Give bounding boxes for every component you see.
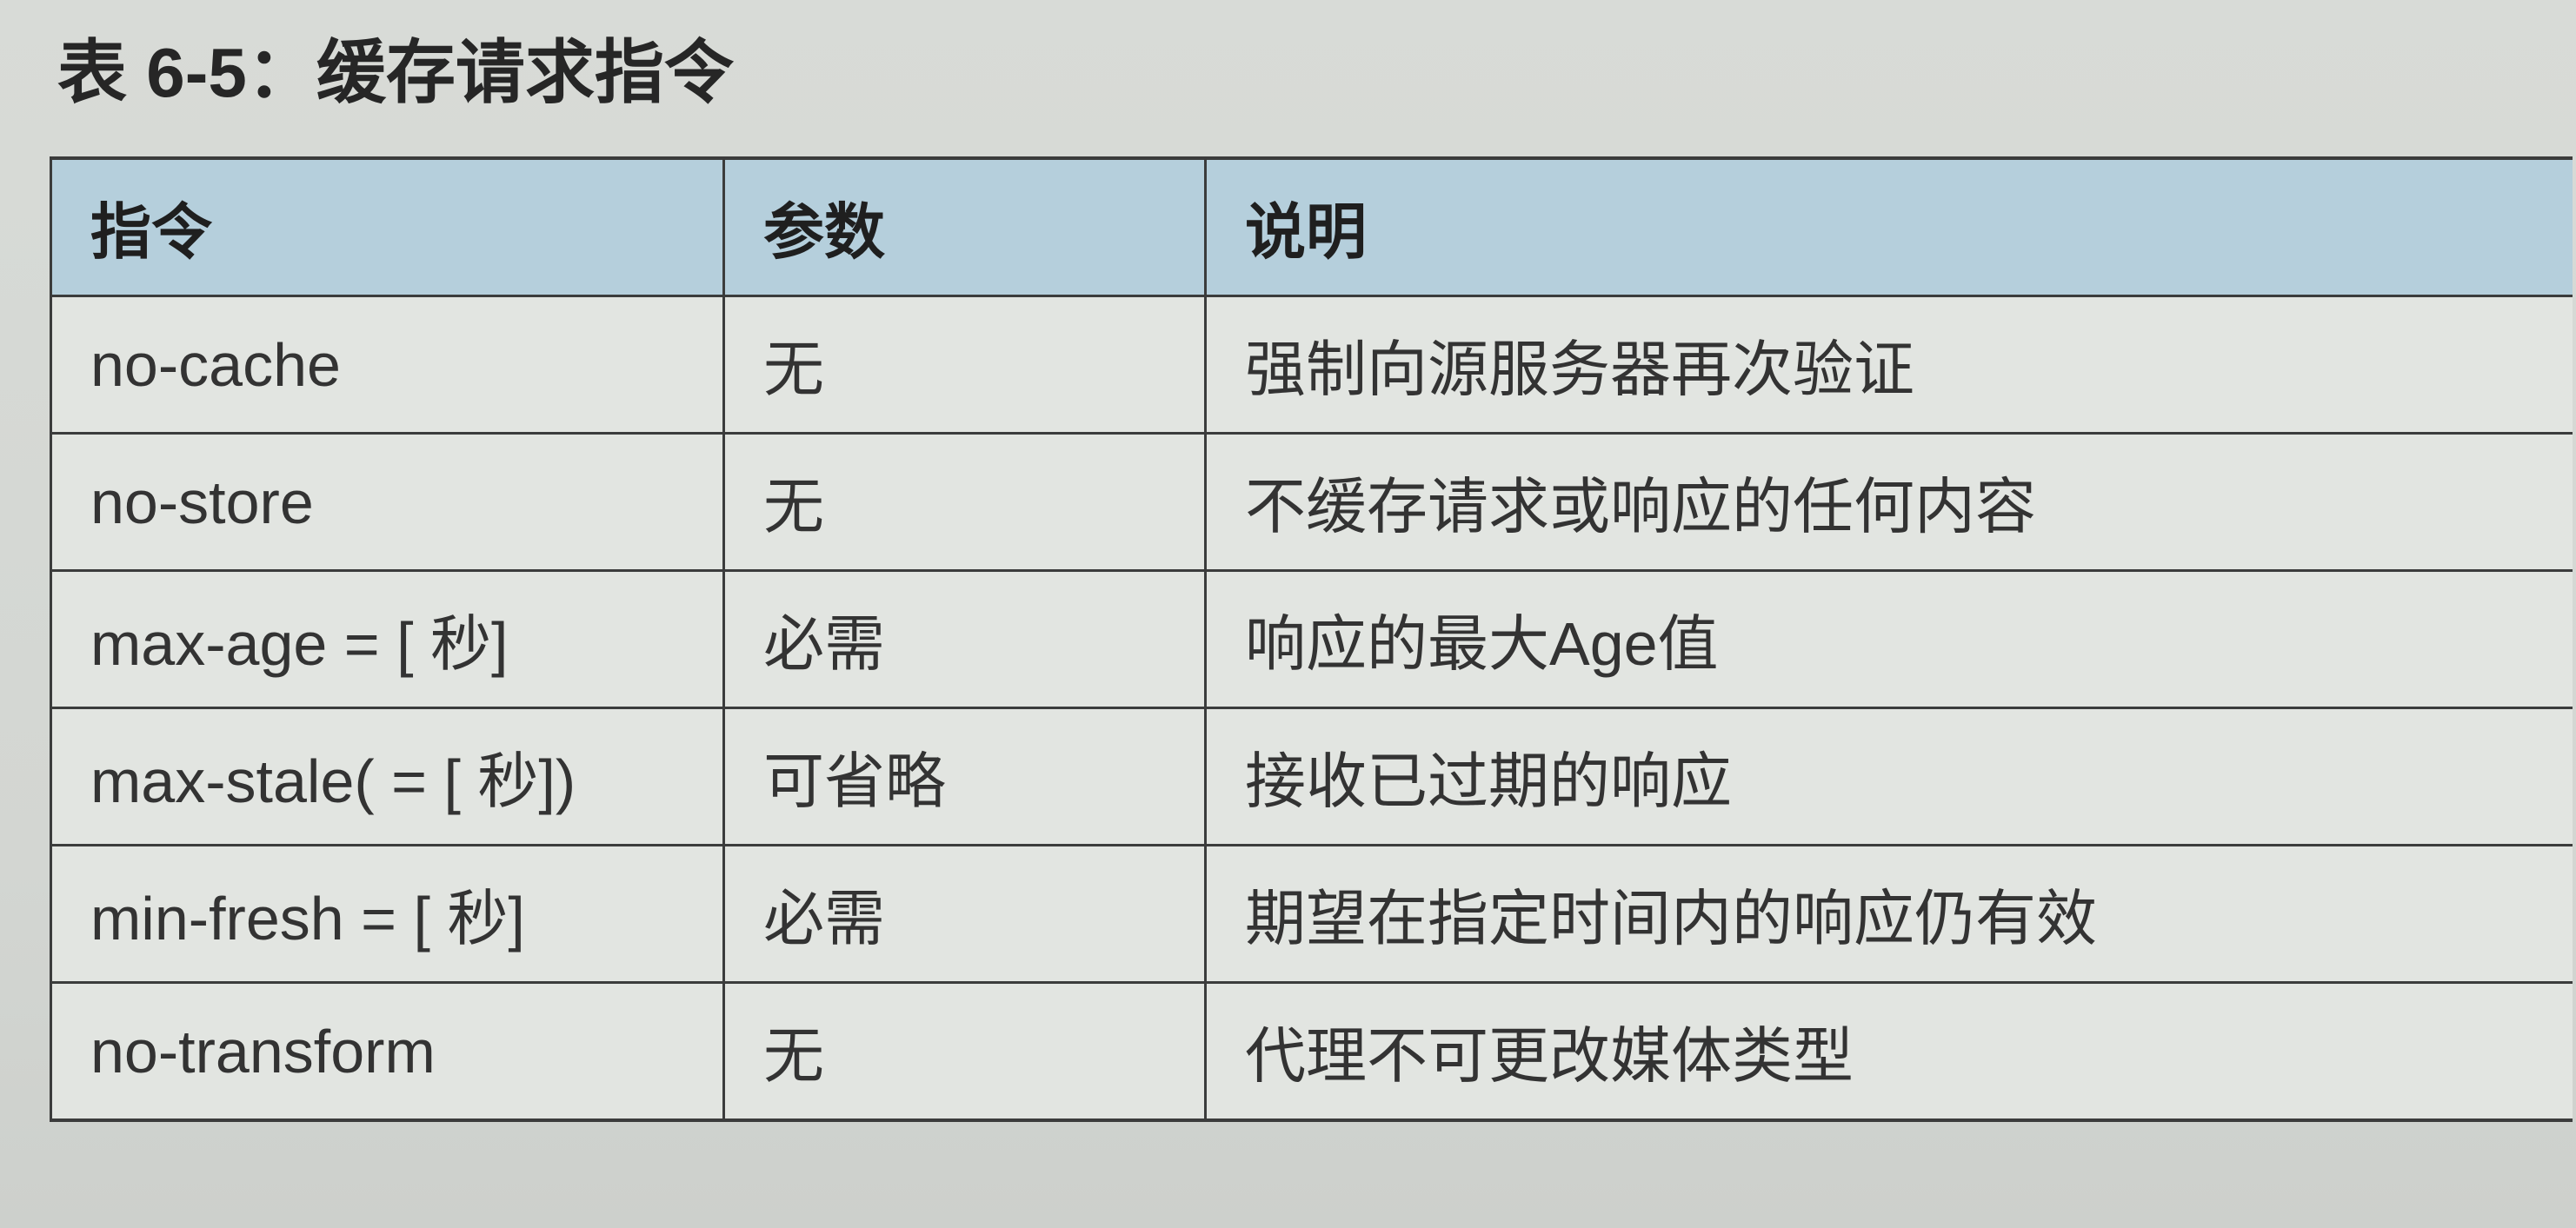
cell-directive: no-store: [50, 432, 725, 572]
cache-request-directive-table: 指令 参数 说明 no-cache 无 强制向源服务器再次验证 no-store…: [50, 156, 2573, 1122]
cell-parameter: 可省略: [722, 707, 1207, 846]
table-row: max-age = [ 秒] 必需 响应的最大Age值: [50, 569, 2573, 709]
header-directive: 指令: [50, 156, 725, 297]
cell-parameter: 必需: [722, 844, 1207, 984]
cell-parameter: 无: [722, 295, 1207, 435]
table-caption: 表 6-5：缓存请求指令: [57, 34, 734, 111]
table-row: no-transform 无 代理不可更改媒体类型: [50, 981, 2573, 1122]
cell-parameter: 无: [722, 432, 1207, 572]
cell-description: 期望在指定时间内的响应仍有效: [1204, 844, 2573, 984]
cell-description: 代理不可更改媒体类型: [1204, 981, 2573, 1122]
cell-directive: min-fresh = [ 秒]: [50, 844, 725, 984]
cell-directive: no-cache: [50, 295, 725, 435]
table-header-row: 指令 参数 说明: [50, 156, 2573, 297]
cell-directive: max-stale( = [ 秒]): [50, 707, 725, 846]
cell-parameter: 必需: [722, 569, 1207, 709]
header-parameter: 参数: [722, 156, 1207, 297]
table-row: no-cache 无 强制向源服务器再次验证: [50, 295, 2573, 435]
table-row: max-stale( = [ 秒]) 可省略 接收已过期的响应: [50, 707, 2573, 846]
cell-description: 接收已过期的响应: [1204, 707, 2573, 846]
header-description: 说明: [1204, 156, 2573, 297]
cell-description: 不缓存请求或响应的任何内容: [1204, 432, 2573, 572]
cell-description: 响应的最大Age值: [1204, 569, 2573, 709]
cell-parameter: 无: [722, 981, 1207, 1122]
cell-directive: no-transform: [50, 981, 725, 1122]
cell-description: 强制向源服务器再次验证: [1204, 295, 2573, 435]
cell-directive: max-age = [ 秒]: [50, 569, 725, 709]
table-row: no-store 无 不缓存请求或响应的任何内容: [50, 432, 2573, 572]
table-row: min-fresh = [ 秒] 必需 期望在指定时间内的响应仍有效: [50, 844, 2573, 984]
